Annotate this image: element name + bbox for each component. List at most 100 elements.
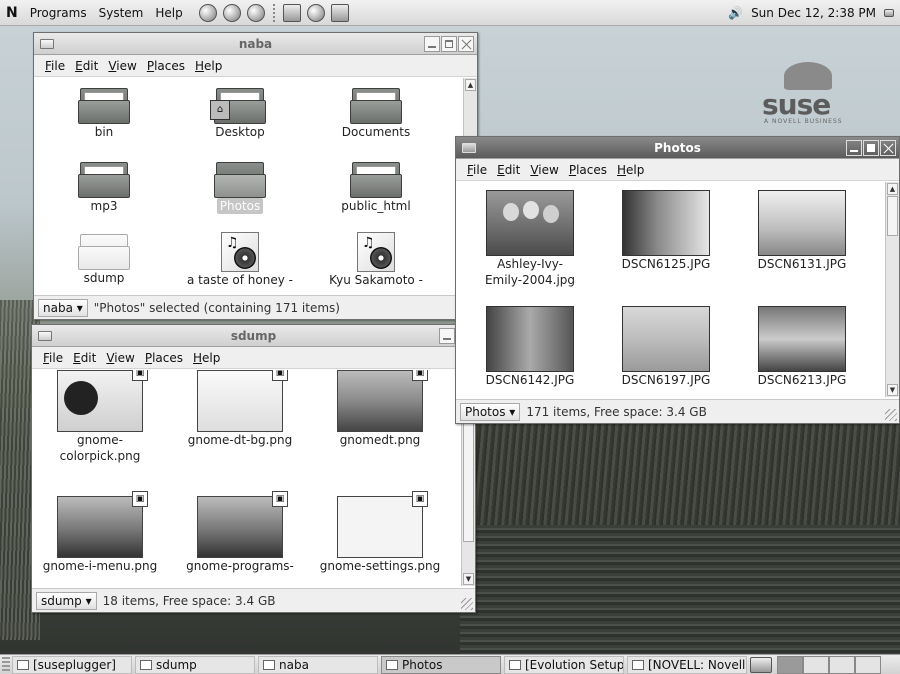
photos-titlebar[interactable]: Photos: [456, 137, 899, 159]
menu-file[interactable]: File: [45, 59, 65, 73]
menu-help[interactable]: Help: [617, 163, 644, 177]
disc-launcher-icon[interactable]: [306, 3, 325, 22]
file-item-gnome-settings[interactable]: ▣ gnome-settings.png: [318, 491, 442, 574]
location-combo[interactable]: Photos ▾: [460, 402, 521, 421]
task-naba[interactable]: naba: [258, 655, 378, 674]
menu-view[interactable]: View: [108, 59, 136, 73]
menu-file[interactable]: File: [43, 351, 63, 365]
screenshot-thumbnail: ▣: [197, 491, 288, 558]
folder-item-bin[interactable]: bin: [64, 86, 144, 140]
window-menu-icon[interactable]: [38, 331, 52, 341]
menu-places[interactable]: Places: [147, 59, 185, 73]
file-item-gnome-programs[interactable]: ▣ gnome-programs-: [182, 491, 298, 574]
file-item-kyu-sakamoto[interactable]: ♫ Kyu Sakamoto -: [316, 232, 436, 288]
image-emblem-icon: ▣: [412, 370, 428, 381]
resize-grip[interactable]: [885, 409, 897, 421]
menu-view[interactable]: View: [530, 163, 558, 177]
mail-launcher-icon[interactable]: [222, 3, 241, 22]
scroll-up-arrow-icon[interactable]: ▲: [465, 79, 476, 91]
workspace-4[interactable]: [855, 655, 881, 674]
novell-logo[interactable]: N: [6, 5, 18, 21]
trash-icon[interactable]: [750, 656, 772, 673]
file-item-gnomedt[interactable]: ▣ gnomedt.png: [322, 370, 438, 448]
photo-item-ashley[interactable]: Ashley-Ivy- Emily-2004.jpg: [470, 190, 590, 288]
menu-help[interactable]: Help: [193, 351, 220, 365]
menu-file[interactable]: File: [467, 163, 487, 177]
minimize-button[interactable]: [439, 328, 455, 344]
menu-system[interactable]: System: [99, 6, 144, 20]
location-combo[interactable]: naba ▾: [38, 298, 88, 317]
folder-item-documents[interactable]: Documents: [336, 86, 416, 140]
vertical-scrollbar[interactable]: ▲ ▼: [885, 182, 899, 397]
location-combo[interactable]: sdump ▾: [36, 591, 97, 610]
terminal-launcher-icon[interactable]: [282, 3, 301, 22]
scroll-down-arrow-icon[interactable]: ▼: [463, 573, 474, 585]
photo-item-dscn6125[interactable]: DSCN6125.JPG: [606, 190, 726, 272]
scroll-down-arrow-icon[interactable]: ▼: [887, 384, 898, 396]
file-item-gnome-dt-bg[interactable]: ▣ gnome-dt-bg.png: [182, 370, 298, 448]
file-item-a-taste-of-honey[interactable]: ♫ a taste of honey -: [180, 232, 300, 288]
task-evolution-setup[interactable]: [Evolution Setup A: [504, 655, 624, 674]
window-menu-icon[interactable]: [462, 143, 476, 153]
image-emblem-icon: ▣: [272, 491, 288, 507]
image-emblem-icon: ▣: [132, 370, 148, 381]
sdump-titlebar[interactable]: sdump: [32, 325, 475, 347]
suse-logo: suse A NOVELL BUSINESS: [760, 60, 870, 130]
naba-titlebar[interactable]: naba: [34, 33, 477, 55]
photo-item-dscn6131[interactable]: DSCN6131.JPG: [742, 190, 862, 272]
photos-icon-view: Ashley-Ivy- Emily-2004.jpg DSCN6125.JPG …: [456, 182, 899, 397]
show-desktop-icon[interactable]: [884, 9, 894, 17]
folder-icon: [78, 232, 130, 270]
menu-help[interactable]: Help: [155, 6, 182, 20]
task-sdump[interactable]: sdump: [135, 655, 255, 674]
task-suseplugger[interactable]: [suseplugger]: [12, 655, 132, 674]
menu-edit[interactable]: Edit: [73, 351, 96, 365]
item-label: Photos: [216, 198, 264, 214]
suse-wordmark: suse: [762, 88, 831, 121]
window-menu-icon[interactable]: [40, 39, 54, 49]
image-emblem-icon: ▣: [132, 491, 148, 507]
folder-item-desktop[interactable]: ⌂ Desktop: [200, 86, 280, 140]
photo-item-dscn6197[interactable]: DSCN6197.JPG: [606, 306, 726, 388]
maximize-button[interactable]: [863, 140, 879, 156]
clock[interactable]: Sun Dec 12, 2:38 PM: [751, 6, 876, 20]
taskbar-handle[interactable]: [2, 656, 10, 673]
photo-item-dscn6142[interactable]: DSCN6142.JPG: [470, 306, 590, 388]
photo-item-dscn6213[interactable]: DSCN6213.JPG: [742, 306, 862, 388]
resize-grip[interactable]: [461, 598, 473, 610]
file-item-gnome-colorpick[interactable]: ▣ gnome- colorpick.png: [42, 370, 158, 464]
workspace-2[interactable]: [803, 655, 829, 674]
menu-edit[interactable]: Edit: [75, 59, 98, 73]
menu-programs[interactable]: Programs: [30, 6, 87, 20]
menu-view[interactable]: View: [106, 351, 134, 365]
naba-window: naba File Edit View Places Help bin ⌂ De…: [33, 32, 478, 320]
folder-item-sdump[interactable]: sdump: [64, 232, 144, 286]
tools-launcher-icon[interactable]: [330, 3, 349, 22]
minimize-button[interactable]: [424, 36, 440, 52]
menu-places[interactable]: Places: [569, 163, 607, 177]
volume-icon[interactable]: 🔊: [728, 6, 743, 20]
workspace-1[interactable]: [777, 655, 803, 674]
scroll-thumb[interactable]: [887, 196, 898, 236]
folder-icon: [78, 86, 130, 124]
folder-item-public-html[interactable]: public_html: [336, 160, 416, 214]
maximize-button[interactable]: [441, 36, 457, 52]
folder-item-photos[interactable]: Photos: [200, 160, 280, 214]
task-novell[interactable]: [NOVELL: Novell c: [627, 655, 747, 674]
item-label: Ashley-Ivy-: [497, 257, 563, 271]
scroll-up-arrow-icon[interactable]: ▲: [887, 183, 898, 195]
menu-help[interactable]: Help: [195, 59, 222, 73]
menu-edit[interactable]: Edit: [497, 163, 520, 177]
close-button[interactable]: [458, 36, 474, 52]
file-item-gnome-i-menu[interactable]: ▣ gnome-i-menu.png: [42, 491, 158, 574]
close-button[interactable]: [880, 140, 896, 156]
workspace-switcher[interactable]: [777, 655, 881, 674]
item-label: gnome-i-menu.png: [42, 559, 158, 573]
minimize-button[interactable]: [846, 140, 862, 156]
task-photos[interactable]: Photos: [381, 655, 501, 674]
web-browser-launcher-icon[interactable]: [198, 3, 217, 22]
workspace-3[interactable]: [829, 655, 855, 674]
help-launcher-icon[interactable]: [246, 3, 265, 22]
folder-item-mp3[interactable]: mp3: [64, 160, 144, 214]
menu-places[interactable]: Places: [145, 351, 183, 365]
